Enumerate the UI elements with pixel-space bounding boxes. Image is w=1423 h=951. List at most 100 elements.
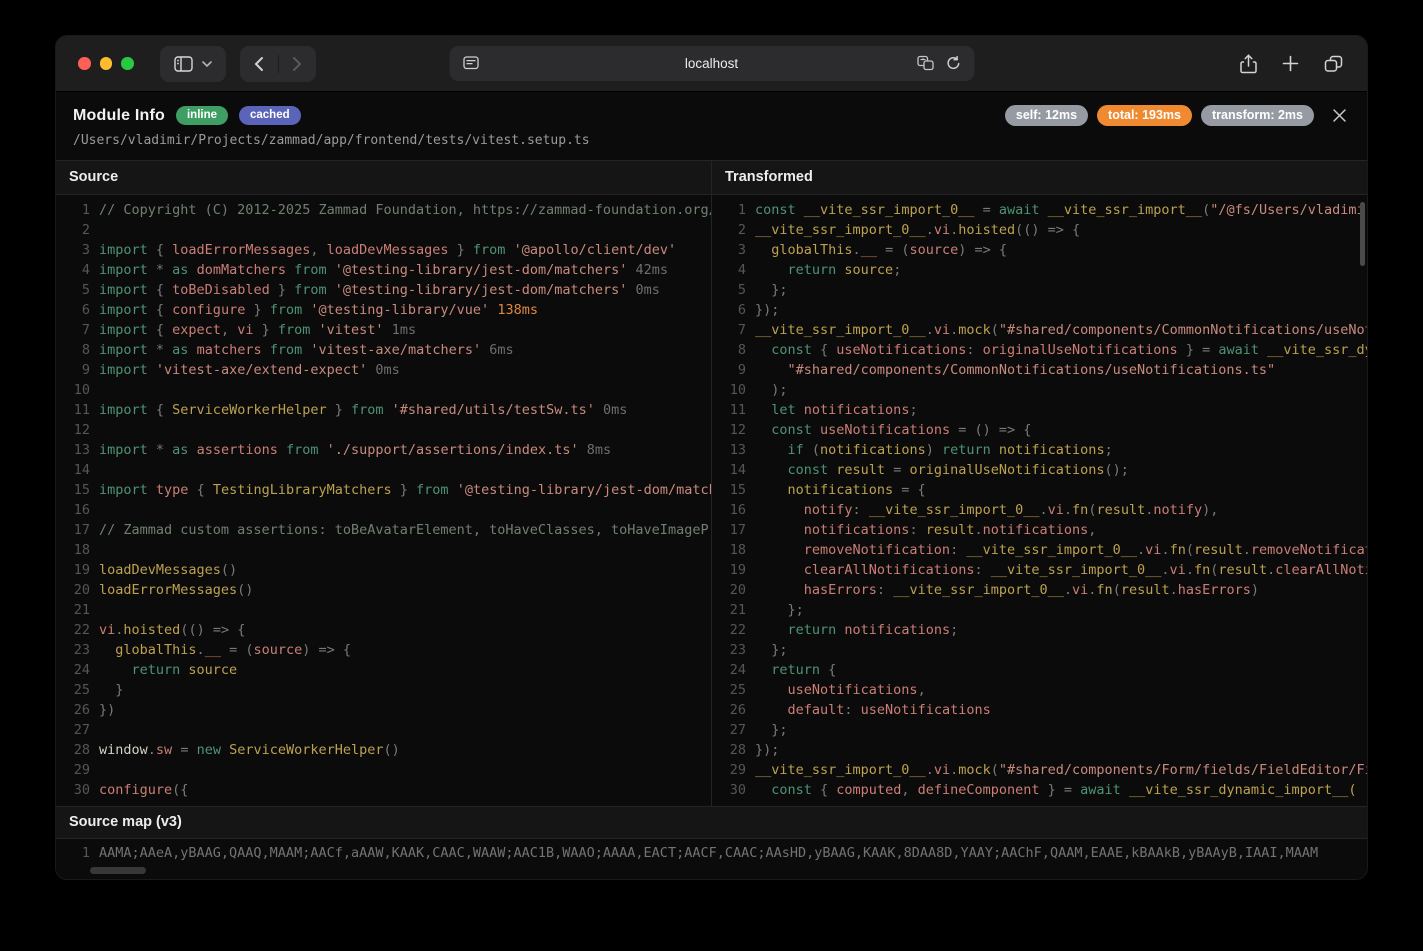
code-line: 1const __vite_ssr_import_0__ = await __v…	[712, 200, 1367, 220]
code-line: 28window.sw = new ServiceWorkerHelper()	[56, 740, 711, 760]
code-line: 7import { expect, vi } from 'vitest' 1ms	[56, 320, 711, 340]
reload-icon[interactable]	[945, 55, 961, 71]
close-window-button[interactable]	[78, 57, 91, 70]
code-line: 19 clearAllNotifications: __vite_ssr_imp…	[712, 560, 1367, 580]
code-line: 29__vite_ssr_import_0__.vi.mock("#shared…	[712, 760, 1367, 780]
code-line: 10	[56, 380, 711, 400]
code-line: 2	[56, 220, 711, 240]
forward-button[interactable]	[278, 46, 316, 82]
code-line: 28});	[712, 740, 1367, 760]
code-line: 21	[56, 600, 711, 620]
code-line: 11 let notifications;	[712, 400, 1367, 420]
code-line: 4import * as domMatchers from '@testing-…	[56, 260, 711, 280]
code-line: 20loadErrorMessages()	[56, 580, 711, 600]
sourcemap-title: Source map (v3)	[56, 807, 1367, 839]
url-field[interactable]: localhost	[449, 46, 974, 81]
code-line: 19loadDevMessages()	[56, 560, 711, 580]
source-code: 1// Copyright (C) 2012-2025 Zammad Found…	[56, 195, 711, 806]
code-line: 14	[56, 460, 711, 480]
new-tab-icon[interactable]	[1282, 55, 1299, 72]
code-line: 17// Zammad custom assertions: toBeAvata…	[56, 520, 711, 540]
code-line: 22vi.hoisted(() => {	[56, 620, 711, 640]
chevron-down-icon[interactable]	[202, 61, 212, 67]
share-icon[interactable]	[1240, 54, 1257, 74]
code-line: 21 };	[712, 600, 1367, 620]
code-line: 25 useNotifications,	[712, 680, 1367, 700]
code-line: 5 };	[712, 280, 1367, 300]
code-line: 22 return notifications;	[712, 620, 1367, 640]
code-line: 23 };	[712, 640, 1367, 660]
back-button[interactable]	[240, 46, 278, 82]
code-line: 9import 'vitest-axe/extend-expect' 0ms	[56, 360, 711, 380]
code-line: 14 const result = originalUseNotificatio…	[712, 460, 1367, 480]
source-panel-title: Source	[56, 161, 711, 195]
code-line: 18	[56, 540, 711, 560]
code-line: 1AAMA;AAeA,yBAAG,QAAQ,MAAM;AACf,aAAW,KAA…	[56, 843, 1367, 863]
code-line: 6});	[712, 300, 1367, 320]
toolbar-right-buttons	[1240, 54, 1343, 74]
code-line: 15 notifications = {	[712, 480, 1367, 500]
minimize-window-button[interactable]	[100, 57, 113, 70]
code-line: 16	[56, 500, 711, 520]
code-line: 11import { ServiceWorkerHelper } from '#…	[56, 400, 711, 420]
sourcemap-scrollbar-thumb[interactable]	[90, 867, 146, 874]
sidebar-toggle-group[interactable]	[160, 46, 226, 82]
timing-transform-badge: transform: 2ms	[1201, 105, 1314, 126]
code-line: 7__vite_ssr_import_0__.vi.mock("#shared/…	[712, 320, 1367, 340]
browser-toolbar: localhost	[56, 36, 1367, 92]
transformed-panel: Transformed 1const __vite_ssr_import_0__…	[712, 161, 1367, 806]
code-line: 13 if (notifications) return notificatio…	[712, 440, 1367, 460]
code-line: 12	[56, 420, 711, 440]
code-line: 3import { loadErrorMessages, loadDevMess…	[56, 240, 711, 260]
nav-buttons-group	[240, 46, 316, 82]
code-line: 15import type { TestingLibraryMatchers }…	[56, 480, 711, 500]
code-line: 18 removeNotification: __vite_ssr_import…	[712, 540, 1367, 560]
code-panels: Source 1// Copyright (C) 2012-2025 Zamma…	[56, 160, 1367, 806]
sidebar-icon[interactable]	[174, 56, 193, 72]
tab-overview-icon[interactable]	[1324, 55, 1343, 73]
page-title: Module Info	[73, 107, 165, 125]
code-line: 17 notifications: result.notifications,	[712, 520, 1367, 540]
code-line: 30configure({	[56, 780, 711, 800]
url-text: localhost	[449, 46, 974, 81]
code-line: 27	[56, 720, 711, 740]
sourcemap-panel: Source map (v3) 1AAMA;AAeA,yBAAG,QAAQ,MA…	[56, 806, 1367, 879]
code-line: 24 return source	[56, 660, 711, 680]
code-line: 2__vite_ssr_import_0__.vi.hoisted(() => …	[712, 220, 1367, 240]
code-line: 20 hasErrors: __vite_ssr_import_0__.vi.f…	[712, 580, 1367, 600]
code-line: 13import * as assertions from './support…	[56, 440, 711, 460]
code-line: 8import * as matchers from 'vitest-axe/m…	[56, 340, 711, 360]
transformed-scrollbar-thumb[interactable]	[1360, 202, 1365, 266]
sourcemap-code: 1AAMA;AAeA,yBAAG,QAAQ,MAAM;AACf,aAAW,KAA…	[56, 839, 1367, 863]
code-line: 8 const { useNotifications: originalUseN…	[712, 340, 1367, 360]
badge-inline: inline	[176, 106, 228, 125]
translate-icon[interactable]	[916, 55, 934, 71]
traffic-lights	[78, 57, 134, 70]
code-line: 16 notify: __vite_ssr_import_0__.vi.fn(r…	[712, 500, 1367, 520]
code-line: 26 default: useNotifications	[712, 700, 1367, 720]
code-line: 3 globalThis.__ = (source) => {	[712, 240, 1367, 260]
code-line: 23 globalThis.__ = (source) => {	[56, 640, 711, 660]
source-panel: Source 1// Copyright (C) 2012-2025 Zamma…	[56, 161, 712, 806]
code-line: 24 return {	[712, 660, 1367, 680]
code-line: 25 }	[56, 680, 711, 700]
code-line: 29	[56, 760, 711, 780]
code-line: 26})	[56, 700, 711, 720]
browser-window: localhost	[56, 36, 1367, 879]
badge-cached: cached	[239, 106, 301, 125]
timing-total-badge: total: 193ms	[1097, 105, 1192, 126]
code-line: 5import { toBeDisabled } from '@testing-…	[56, 280, 711, 300]
transformed-panel-title: Transformed	[712, 161, 1367, 195]
zoom-window-button[interactable]	[121, 57, 134, 70]
code-line: 9 "#shared/components/CommonNotification…	[712, 360, 1367, 380]
timing-self-badge: self: 12ms	[1005, 105, 1088, 126]
close-icon[interactable]	[1332, 108, 1347, 123]
transformed-code: 1const __vite_ssr_import_0__ = await __v…	[712, 195, 1367, 806]
code-line: 1// Copyright (C) 2012-2025 Zammad Found…	[56, 200, 711, 220]
code-line: 12 const useNotifications = () => {	[712, 420, 1367, 440]
code-line: 30 const { computed, defineComponent } =…	[712, 780, 1367, 800]
module-info-header: Module Info inline cached self: 12ms tot…	[56, 92, 1367, 160]
code-line: 27 };	[712, 720, 1367, 740]
module-file-path: /Users/vladimir/Projects/zammad/app/fron…	[73, 133, 1347, 160]
code-line: 6import { configure } from '@testing-lib…	[56, 300, 711, 320]
